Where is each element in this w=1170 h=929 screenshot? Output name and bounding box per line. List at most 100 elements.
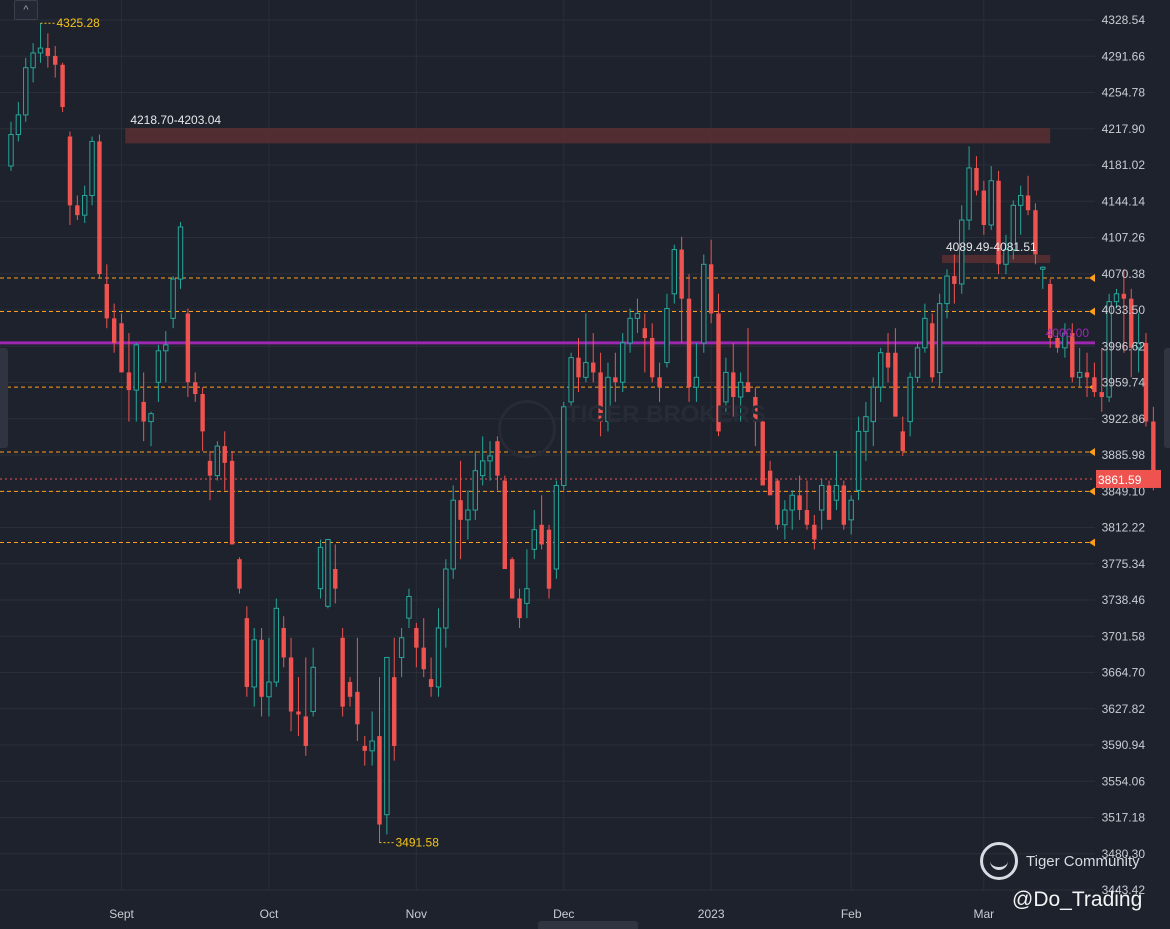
candle-body[interactable] (23, 67, 29, 116)
candle-body[interactable] (539, 524, 544, 545)
candle-body[interactable] (97, 141, 102, 275)
candle-body[interactable] (885, 352, 891, 368)
candle-body[interactable] (133, 344, 139, 391)
candle-body[interactable] (30, 52, 36, 69)
candle-body[interactable] (509, 559, 515, 599)
candle-body[interactable] (325, 539, 331, 607)
candle-body[interactable] (251, 639, 257, 688)
candle-body[interactable] (163, 344, 169, 352)
candle-body[interactable] (266, 681, 272, 698)
candle-body[interactable] (141, 401, 146, 422)
candle-body[interactable] (1113, 293, 1120, 303)
candle-body[interactable] (1040, 266, 1046, 270)
candle-body[interactable] (988, 180, 994, 226)
candle-body[interactable] (75, 205, 80, 216)
candle-body[interactable] (1017, 194, 1024, 206)
candle-body[interactable] (789, 494, 795, 511)
candle-body[interactable] (900, 431, 905, 452)
candle-body[interactable] (126, 372, 132, 391)
candle-body[interactable] (893, 352, 898, 417)
candle-body[interactable] (465, 509, 471, 521)
candle-body[interactable] (37, 47, 44, 54)
candle-body[interactable] (591, 362, 596, 373)
candle-body[interactable] (222, 446, 227, 463)
candle-body[interactable] (553, 484, 560, 570)
candle-body[interactable] (237, 559, 242, 589)
candle-body[interactable] (384, 656, 390, 816)
candle-body[interactable] (67, 136, 73, 206)
collapse-chevron-icon[interactable]: ^ (14, 0, 38, 20)
candle-body[interactable] (782, 509, 788, 526)
candle-body[interactable] (8, 134, 14, 167)
candle-body[interactable] (369, 740, 375, 752)
candle-body[interactable] (826, 485, 832, 520)
candle-body[interactable] (15, 114, 22, 136)
candle-body[interactable] (1076, 371, 1083, 378)
candle-body[interactable] (421, 647, 426, 670)
candle-body[interactable] (855, 430, 862, 491)
candle-body[interactable] (1084, 372, 1090, 378)
candle-body[interactable] (745, 382, 751, 393)
candle-body[interactable] (303, 716, 308, 746)
candle-body[interactable] (281, 627, 286, 658)
candle-body[interactable] (952, 276, 957, 284)
candle-body[interactable] (870, 386, 876, 423)
candle-body[interactable] (583, 362, 589, 378)
candle-body[interactable] (627, 317, 633, 344)
candle-body[interactable] (731, 372, 736, 397)
candle-body[interactable] (185, 313, 191, 383)
candle-body[interactable] (155, 350, 162, 383)
candle-body[interactable] (1025, 195, 1031, 211)
candle-body[interactable] (760, 421, 765, 486)
candle-body[interactable] (435, 627, 442, 688)
candle-body[interactable] (355, 691, 360, 725)
candle-body[interactable] (193, 382, 198, 395)
candle-body[interactable] (812, 524, 817, 540)
candle-body[interactable] (340, 637, 345, 707)
candle-body[interactable] (111, 318, 117, 343)
candle-body[interactable] (502, 480, 507, 569)
candle-body[interactable] (671, 249, 677, 295)
candle-body[interactable] (649, 338, 655, 378)
candle-body[interactable] (907, 376, 913, 423)
candle-body[interactable] (89, 140, 95, 196)
candle-body[interactable] (819, 484, 825, 511)
candle-body[interactable] (686, 298, 692, 388)
candle-body[interactable] (53, 55, 58, 65)
candle-body[interactable] (767, 470, 773, 496)
candle-body[interactable] (531, 529, 537, 550)
candle-body[interactable] (708, 264, 714, 314)
candle-body[interactable] (45, 48, 51, 56)
candle-body[interactable] (930, 323, 935, 378)
candle-body[interactable] (922, 317, 928, 349)
candle-body[interactable] (362, 745, 367, 751)
candle-body[interactable] (104, 283, 110, 319)
candle-body[interactable] (546, 529, 552, 589)
candle-body[interactable] (797, 495, 802, 511)
candle-body[interactable] (487, 455, 493, 462)
candle-body[interactable] (119, 323, 124, 373)
candle-body[interactable] (214, 445, 221, 477)
candle-body[interactable] (229, 460, 235, 545)
candle-body[interactable] (495, 441, 500, 476)
candle-body[interactable] (679, 249, 684, 299)
candle-body[interactable] (693, 376, 700, 388)
candle-body[interactable] (524, 588, 530, 604)
candle-body[interactable] (333, 568, 338, 589)
candle-body[interactable] (207, 460, 213, 476)
candle-body[interactable] (148, 413, 154, 423)
candle-body[interactable] (347, 682, 353, 697)
candle-body[interactable] (737, 381, 744, 398)
candle-body[interactable] (568, 357, 574, 403)
candle-body[interactable] (804, 510, 810, 525)
candle-body[interactable] (170, 278, 176, 319)
candle-body[interactable] (723, 371, 729, 403)
candlestick-chart[interactable]: 4000.00 4325.28 3491.58 4218.70-4203.04 4089… (0, 0, 1170, 929)
candle-body[interactable] (273, 607, 280, 683)
candle-body[interactable] (576, 357, 581, 378)
candle-body[interactable] (701, 263, 707, 344)
candle-body[interactable] (775, 480, 780, 525)
candle-body[interactable] (479, 460, 486, 477)
candle-body[interactable] (450, 499, 456, 570)
candle-body[interactable] (841, 485, 847, 525)
